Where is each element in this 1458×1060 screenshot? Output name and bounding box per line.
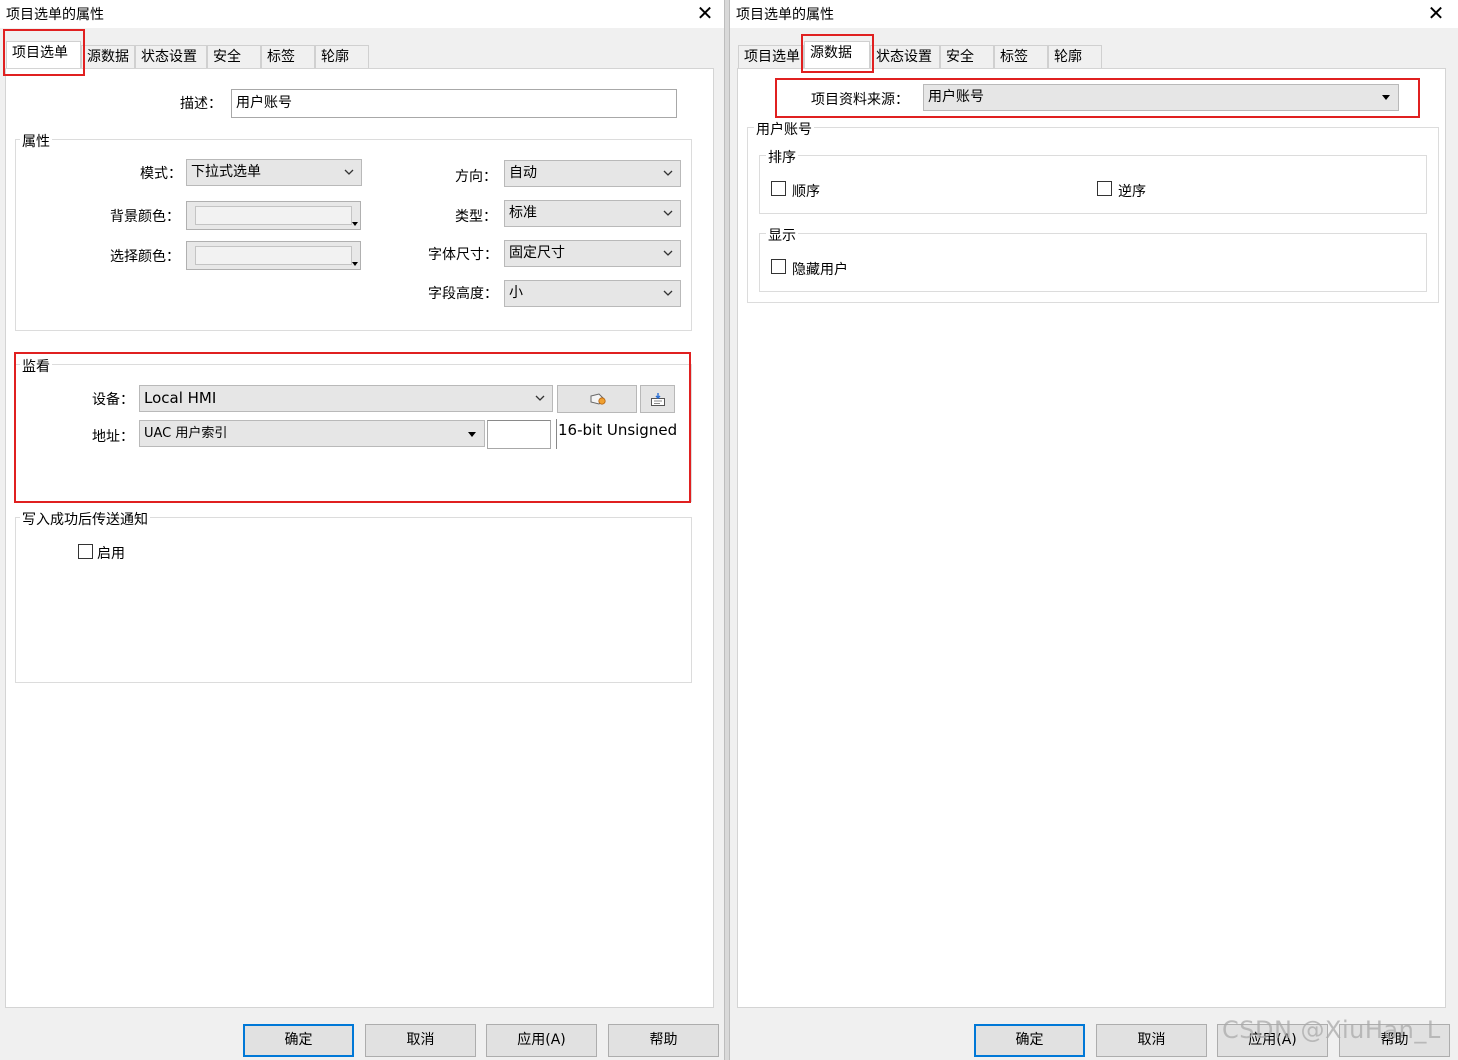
dialog-title: 项目选单的属性 xyxy=(6,7,104,23)
mode-select[interactable]: 下拉式选单 xyxy=(186,159,362,186)
tab-label[interactable]: 标签 xyxy=(261,45,315,69)
direction-select[interactable]: 自动 xyxy=(504,160,681,187)
enable-checkbox[interactable] xyxy=(78,544,93,559)
notify-group xyxy=(15,517,692,683)
chevron-down-icon xyxy=(663,290,673,296)
chevron-down-icon xyxy=(663,170,673,176)
font-size-label: 字体尺寸： xyxy=(428,247,498,263)
display-group xyxy=(759,233,1427,292)
ascending-checkbox[interactable] xyxy=(771,181,786,196)
chevron-down-icon xyxy=(663,250,673,256)
apply-button[interactable]: 应用(A) xyxy=(486,1024,597,1057)
ok-button[interactable]: 确定 xyxy=(974,1024,1085,1057)
tab-item-menu[interactable]: 项目选单 xyxy=(6,41,81,68)
caret-down-icon xyxy=(468,432,476,437)
type-select[interactable]: 标准 xyxy=(504,200,681,227)
field-height-select[interactable]: 小 xyxy=(504,280,681,307)
title-bar: 项目选单的属性 ✕ xyxy=(730,0,1458,28)
field-height-label: 字段高度： xyxy=(428,286,498,302)
enable-label: 启用 xyxy=(97,546,125,562)
tab-source-data[interactable]: 源数据 xyxy=(804,41,870,68)
address-index-input[interactable] xyxy=(487,420,551,449)
device-settings-icon xyxy=(590,393,606,405)
device-label: 设备： xyxy=(92,392,134,408)
tab-outline[interactable]: 轮廓 xyxy=(315,45,369,69)
mode-label: 模式： xyxy=(140,166,182,182)
bg-color-picker[interactable] xyxy=(186,201,361,230)
tab-outline[interactable]: 轮廓 xyxy=(1048,45,1102,69)
field-height-value: 小 xyxy=(509,285,523,301)
monitor-group-title: 监看 xyxy=(20,356,52,376)
description-label: 描述： xyxy=(180,96,222,112)
tab-security[interactable]: 安全 xyxy=(207,45,261,69)
tab-source-data[interactable]: 源数据 xyxy=(81,45,135,69)
descending-label: 逆序 xyxy=(1118,184,1146,200)
display-group-title: 显示 xyxy=(766,225,798,245)
hide-user-checkbox[interactable] xyxy=(771,259,786,274)
bg-color-label: 背景颜色： xyxy=(110,209,180,225)
chevron-down-icon xyxy=(663,210,673,216)
watermark: CSDN @XiuHan_L xyxy=(1222,1016,1441,1044)
tab-state-settings[interactable]: 状态设置 xyxy=(870,45,940,69)
color-swatch xyxy=(195,246,352,265)
address-picker-button[interactable] xyxy=(640,385,675,413)
help-button[interactable]: 帮助 xyxy=(608,1024,719,1057)
direction-label: 方向： xyxy=(455,169,497,185)
description-input[interactable]: 用户账号 xyxy=(231,89,677,118)
type-label: 类型： xyxy=(455,209,497,225)
select-color-picker[interactable] xyxy=(186,241,361,270)
sort-group xyxy=(759,155,1427,214)
caret-down-icon xyxy=(352,222,358,226)
type-value: 标准 xyxy=(509,205,537,221)
chevron-down-icon xyxy=(535,395,545,401)
title-bar: 项目选单的属性 ✕ xyxy=(0,0,724,28)
ok-button[interactable]: 确定 xyxy=(243,1024,354,1057)
font-size-select[interactable]: 固定尺寸 xyxy=(504,240,681,267)
field-separator xyxy=(556,419,557,449)
color-swatch xyxy=(195,206,352,225)
address-picker-icon xyxy=(651,393,665,406)
notify-group-title: 写入成功后传送通知 xyxy=(20,509,150,529)
user-account-group-title: 用户账号 xyxy=(754,119,814,139)
mode-value: 下拉式选单 xyxy=(191,164,261,180)
properties-group-title: 属性 xyxy=(20,131,52,151)
tab-panel: 描述： 用户账号 属性 模式： 下拉式选单 背景颜色： 选择颜色： 方向： 自动… xyxy=(5,68,714,1008)
cancel-button[interactable]: 取消 xyxy=(365,1024,476,1057)
source-value: 用户账号 xyxy=(928,89,984,105)
dialog-title: 项目选单的属性 xyxy=(736,7,834,23)
data-type-label: 16-bit Unsigned xyxy=(558,421,678,439)
tab-security[interactable]: 安全 xyxy=(940,45,994,69)
tab-state-settings[interactable]: 状态设置 xyxy=(135,45,207,69)
caret-down-icon xyxy=(1382,95,1390,100)
select-color-label: 选择颜色： xyxy=(110,249,180,265)
chevron-down-icon xyxy=(344,169,354,175)
left-dialog: 项目选单的属性 ✕ 项目选单 源数据 状态设置 安全 标签 轮廓 描述： 用户账… xyxy=(0,0,724,1060)
descending-checkbox[interactable] xyxy=(1097,181,1112,196)
tab-item-menu[interactable]: 项目选单 xyxy=(738,45,804,69)
close-icon[interactable]: ✕ xyxy=(692,1,718,27)
source-label: 项目资料来源： xyxy=(811,92,909,108)
address-label: 地址： xyxy=(92,429,134,445)
ascending-label: 顺序 xyxy=(792,184,820,200)
caret-down-icon xyxy=(352,262,358,266)
right-dialog: 项目选单的属性 ✕ 项目选单 源数据 状态设置 安全 标签 轮廓 项目资料来源：… xyxy=(730,0,1458,1060)
device-settings-button[interactable] xyxy=(557,385,637,413)
device-value: Local HMI xyxy=(144,389,217,407)
cancel-button[interactable]: 取消 xyxy=(1096,1024,1207,1057)
source-select[interactable]: 用户账号 xyxy=(923,84,1399,111)
tab-label[interactable]: 标签 xyxy=(994,45,1048,69)
font-size-value: 固定尺寸 xyxy=(509,245,565,261)
address-value: UAC 用户索引 xyxy=(144,426,228,441)
close-icon[interactable]: ✕ xyxy=(1423,1,1449,27)
direction-value: 自动 xyxy=(509,165,537,181)
hide-user-label: 隐藏用户 xyxy=(792,262,848,278)
address-select[interactable]: UAC 用户索引 xyxy=(139,420,485,447)
sort-group-title: 排序 xyxy=(766,147,798,167)
device-select[interactable]: Local HMI xyxy=(139,385,553,412)
tab-panel: 项目资料来源： 用户账号 用户账号 排序 顺序 逆序 显示 隐藏用户 xyxy=(737,68,1446,1008)
